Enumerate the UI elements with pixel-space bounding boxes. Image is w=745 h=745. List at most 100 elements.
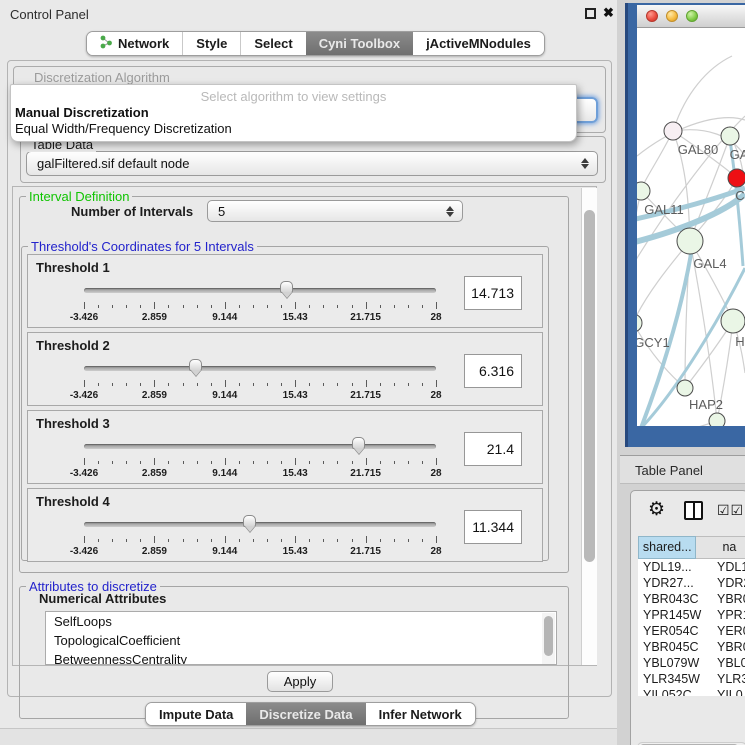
slider-ticks bbox=[84, 302, 436, 311]
right-side-region: GAL80GACGAL11GAL4GCY1HHAP2 Table Panel ⚙… bbox=[617, 0, 745, 745]
thresholds-group: Threshold's Coordinates for 5 Intervals … bbox=[21, 239, 549, 561]
table-row[interactable]: YLR345WYLR3 bbox=[638, 671, 745, 687]
slider-tick-label: -3.426 bbox=[70, 546, 98, 557]
threshold-value-field[interactable]: 11.344 bbox=[464, 510, 522, 544]
control-panel: Control Panel ✖ NetworkStyleSelectCyni T… bbox=[0, 0, 620, 745]
attributes-list-scrollbar[interactable] bbox=[542, 613, 555, 665]
slider-track[interactable] bbox=[84, 366, 436, 371]
combo-arrows-icon bbox=[442, 206, 458, 217]
tab-jactivemnodules[interactable]: jActiveMNodules bbox=[413, 32, 544, 55]
float-icon[interactable] bbox=[585, 8, 596, 19]
table-row[interactable]: YIL052CYIL0 bbox=[638, 687, 745, 696]
network-node-gal11[interactable] bbox=[637, 182, 650, 200]
tab-infer-network[interactable]: Infer Network bbox=[366, 703, 475, 725]
tab-cyni-toolbox[interactable]: Cyni Toolbox bbox=[306, 32, 413, 55]
columns-icon[interactable] bbox=[684, 501, 703, 520]
close-icon[interactable]: ✖ bbox=[603, 5, 614, 21]
scrollbar-thumb[interactable] bbox=[544, 616, 553, 656]
slider-thumb[interactable] bbox=[243, 515, 256, 527]
network-node[interactable] bbox=[709, 413, 725, 426]
slider-track[interactable] bbox=[84, 288, 436, 293]
network-node-gal80[interactable] bbox=[664, 122, 682, 140]
discretization-algorithm-group-title: Discretization Algorithm bbox=[30, 70, 174, 85]
threshold-value-field[interactable]: 6.316 bbox=[464, 354, 522, 388]
threshold-slider[interactable]: -3.4262.8599.14415.4321.71528 bbox=[84, 360, 436, 402]
zoom-traffic-light[interactable] bbox=[686, 10, 698, 22]
tab-select[interactable]: Select bbox=[240, 32, 305, 55]
network-edge[interactable] bbox=[637, 191, 641, 258]
table-row[interactable]: YER054CYER0 bbox=[638, 623, 745, 639]
slider-tick-label: 15.43 bbox=[283, 390, 308, 401]
number-of-intervals-combobox[interactable]: 5 bbox=[207, 200, 463, 222]
tab-label: Impute Data bbox=[159, 707, 233, 722]
table-data-combobox[interactable]: galFiltered.sif default node bbox=[26, 151, 598, 176]
threshold-panel: Threshold 4-3.4262.8599.14415.4321.71528… bbox=[27, 488, 543, 562]
algorithm-option[interactable]: Manual Discretization bbox=[11, 105, 576, 121]
network-view-window: GAL80GACGAL11GAL4GCY1HHAP2 bbox=[625, 3, 745, 447]
table-row[interactable]: YBL079WYBL0 bbox=[638, 655, 745, 671]
attribute-list-item[interactable]: TopologicalCoefficient bbox=[46, 631, 556, 650]
network-node-hap2[interactable] bbox=[677, 380, 693, 396]
network-node-ga[interactable] bbox=[721, 127, 739, 145]
minimize-traffic-light[interactable] bbox=[666, 10, 678, 22]
threshold-slider[interactable]: -3.4262.8599.14415.4321.71528 bbox=[84, 282, 436, 324]
network-node-gal4[interactable] bbox=[677, 228, 703, 254]
tab-impute-data[interactable]: Impute Data bbox=[146, 703, 246, 725]
table-row[interactable]: YPR145WYPR1 bbox=[638, 607, 745, 623]
attribute-list-item[interactable]: BetweennessCentrality bbox=[46, 650, 556, 665]
network-edge[interactable] bbox=[637, 323, 685, 388]
slider-thumb[interactable] bbox=[352, 437, 365, 449]
network-node-gcy1[interactable] bbox=[637, 314, 642, 332]
column-header-shared-name[interactable]: shared... bbox=[638, 536, 696, 559]
settings-vertical-scrollbar[interactable] bbox=[581, 188, 597, 665]
slider-track[interactable] bbox=[84, 444, 436, 449]
close-traffic-light[interactable] bbox=[646, 10, 658, 22]
table-row[interactable]: YBR045CYBR0 bbox=[638, 639, 745, 655]
scrollbar-thumb[interactable] bbox=[584, 210, 595, 562]
gear-icon[interactable]: ⚙ bbox=[648, 498, 665, 521]
cell-name: YBL0 bbox=[713, 655, 745, 671]
tab-label: Discretize Data bbox=[259, 707, 352, 722]
table-row[interactable]: YBR043CYBR0 bbox=[638, 591, 745, 607]
tab-network[interactable]: Network bbox=[87, 32, 182, 55]
interval-definition-group-title: Interval Definition bbox=[26, 189, 132, 204]
network-canvas[interactable]: GAL80GACGAL11GAL4GCY1HHAP2 bbox=[637, 28, 745, 426]
threshold-slider[interactable]: -3.4262.8599.14415.4321.71528 bbox=[84, 438, 436, 480]
slider-track[interactable] bbox=[84, 522, 436, 527]
slider-thumb[interactable] bbox=[189, 359, 202, 371]
column-header-name[interactable]: na bbox=[696, 536, 745, 559]
slider-tick-labels: -3.4262.8599.14415.4321.71528 bbox=[84, 390, 436, 402]
network-edge[interactable] bbox=[637, 241, 690, 323]
attribute-list-item[interactable]: SelfLoops bbox=[46, 612, 556, 631]
cell-name: YPR1 bbox=[713, 607, 745, 623]
node-label: GAL80 bbox=[678, 142, 718, 157]
tab-label: Cyni Toolbox bbox=[319, 36, 400, 51]
tab-label: jActiveMNodules bbox=[426, 36, 531, 51]
algorithm-option[interactable]: Equal Width/Frequency Discretization bbox=[11, 121, 576, 137]
table-panel-toolbar: ⚙ ☑☑ bbox=[631, 491, 745, 531]
threshold-value-field[interactable]: 14.713 bbox=[464, 276, 522, 310]
table-panel-title: Table Panel bbox=[635, 463, 703, 478]
network-edge[interactable] bbox=[657, 421, 717, 426]
slider-ticks bbox=[84, 458, 436, 467]
network-node-h[interactable] bbox=[721, 309, 745, 333]
slider-tick-label: 21.715 bbox=[350, 390, 381, 401]
cell-shared-name: YDR27... bbox=[638, 575, 713, 591]
threshold-value-field[interactable]: 21.4 bbox=[464, 432, 522, 466]
cell-name: YLR3 bbox=[713, 671, 745, 687]
network-edge[interactable] bbox=[690, 241, 733, 321]
table-row[interactable]: YDR27...YDR2 bbox=[638, 575, 745, 591]
threshold-slider[interactable]: -3.4262.8599.14415.4321.71528 bbox=[84, 516, 436, 558]
network-edge[interactable] bbox=[673, 56, 732, 131]
network-edge[interactable] bbox=[641, 131, 673, 191]
table-row[interactable]: YDL19...YDL1 bbox=[638, 559, 745, 575]
apply-button[interactable]: Apply bbox=[267, 671, 333, 692]
checkboxes-icon[interactable]: ☑☑ bbox=[717, 502, 744, 519]
tab-discretize-data[interactable]: Discretize Data bbox=[246, 703, 365, 725]
slider-tick-labels: -3.4262.8599.14415.4321.71528 bbox=[84, 468, 436, 480]
slider-ticks bbox=[84, 536, 436, 545]
slider-thumb[interactable] bbox=[280, 281, 293, 293]
tab-style[interactable]: Style bbox=[182, 32, 240, 55]
slider-tick-label: 2.859 bbox=[142, 546, 167, 557]
network-node-c[interactable] bbox=[728, 169, 745, 187]
